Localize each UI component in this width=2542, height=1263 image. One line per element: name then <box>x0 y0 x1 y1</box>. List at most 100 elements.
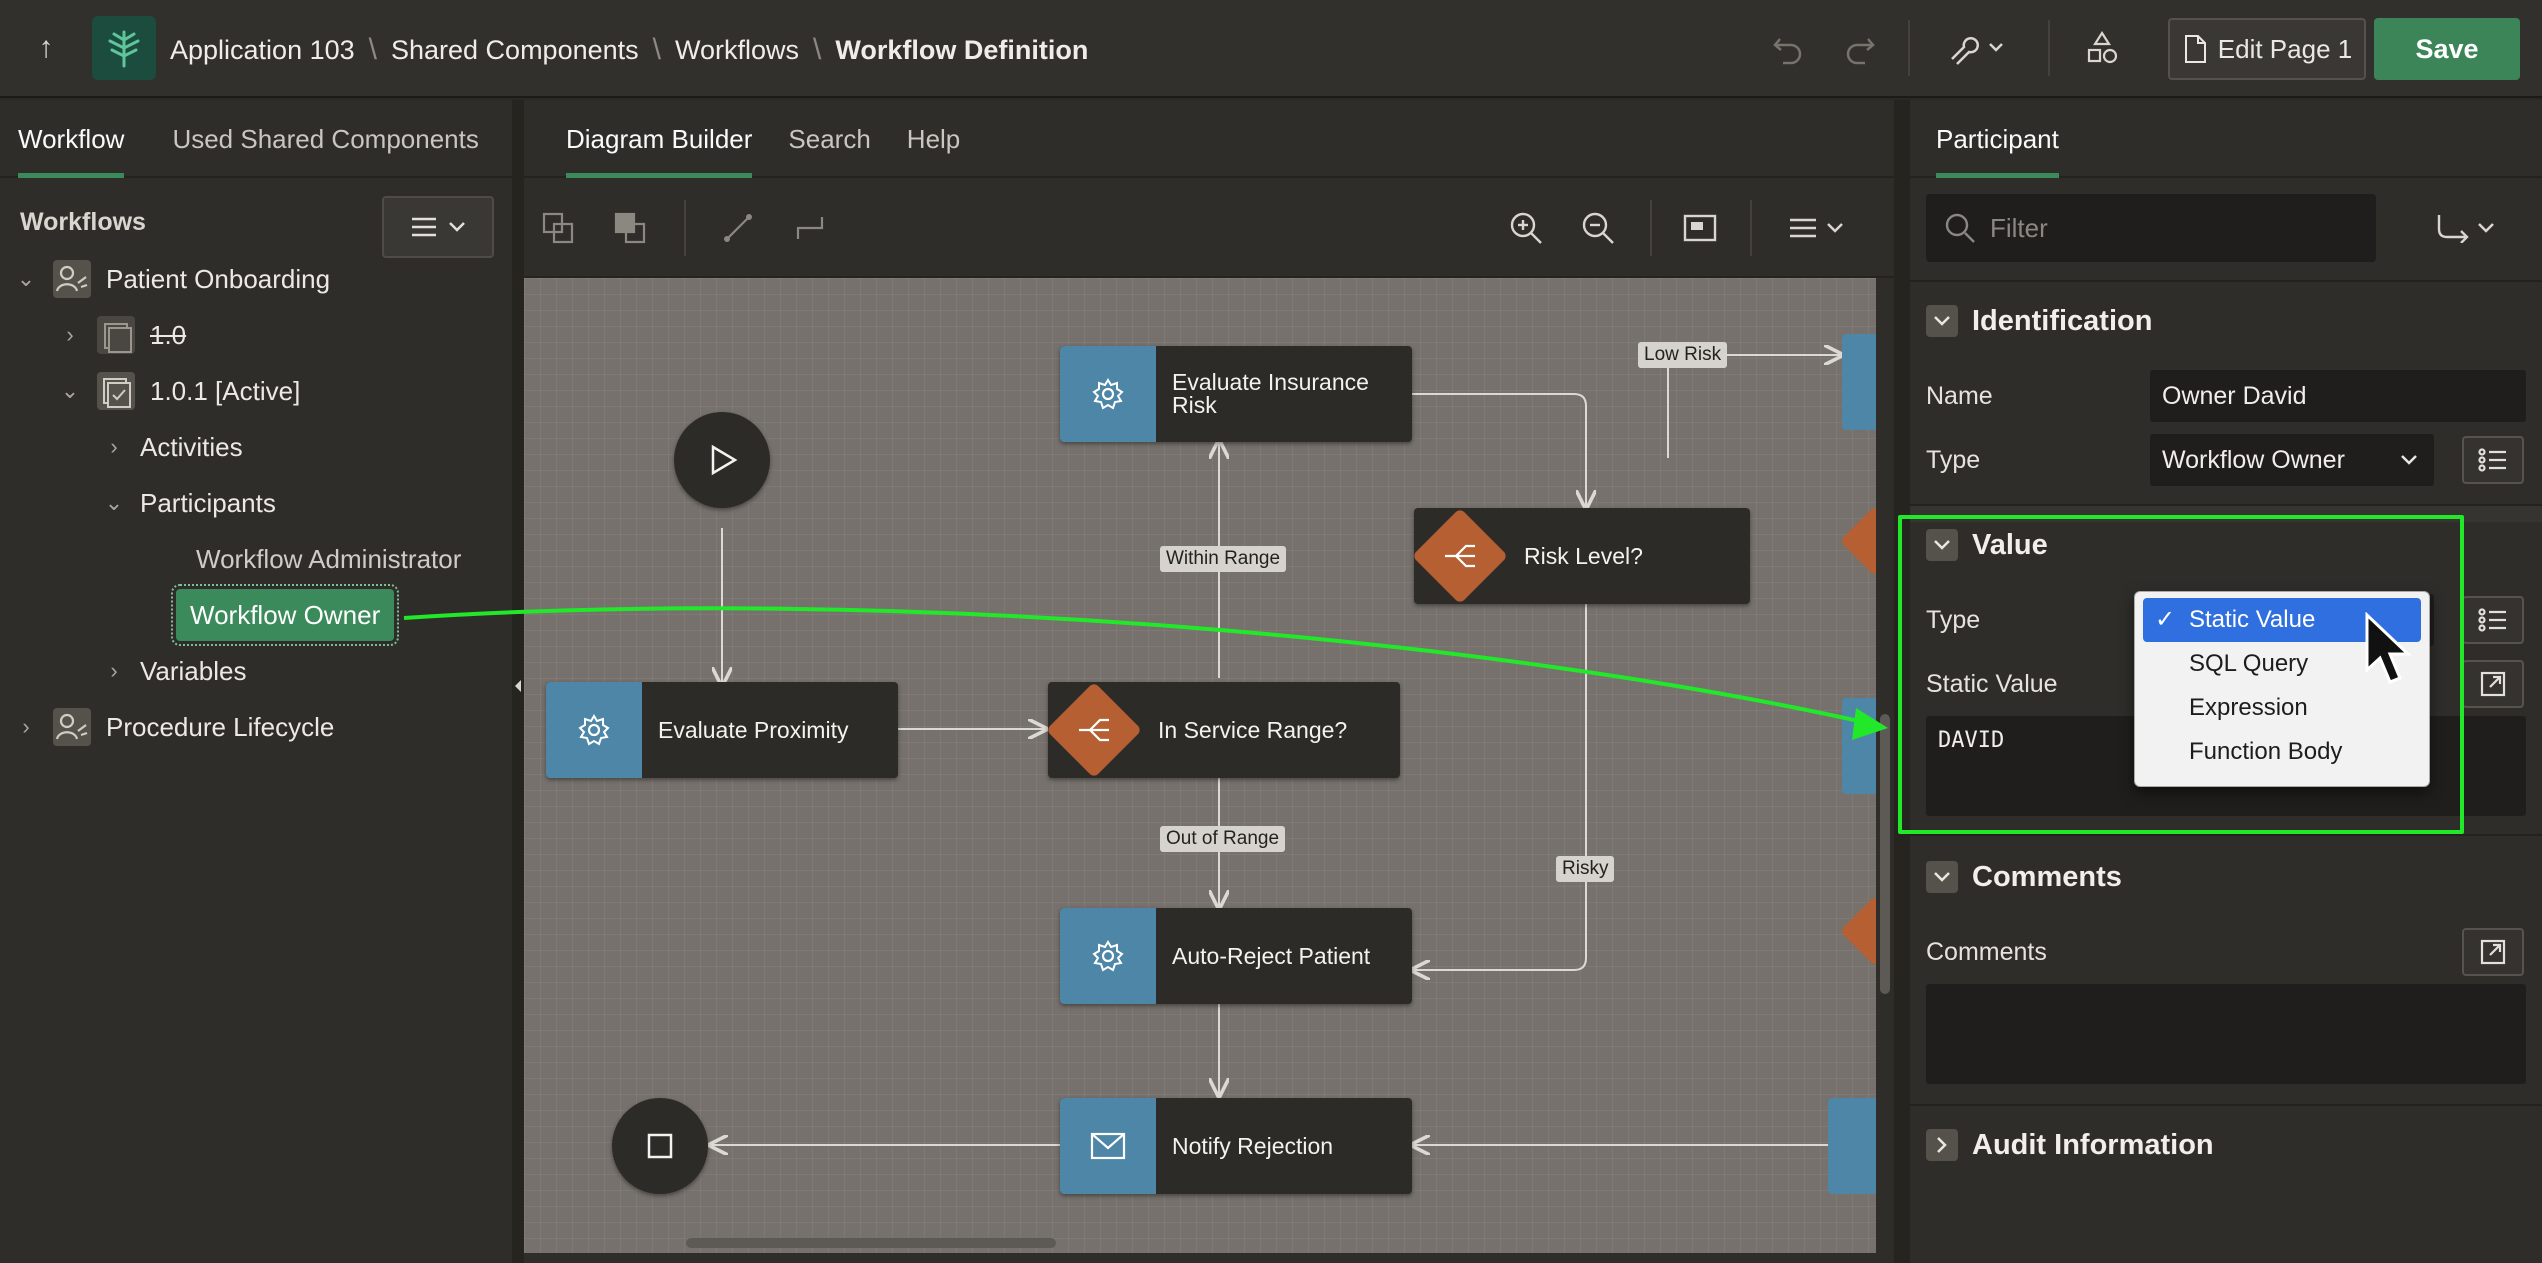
workflow-icon <box>53 260 91 298</box>
collapse-icon[interactable] <box>1926 305 1958 337</box>
toolbar-divider <box>2048 20 2050 76</box>
version-active-icon <box>97 372 135 410</box>
chevron-down-icon[interactable]: ⌄ <box>14 266 38 292</box>
dropdown-option-expression[interactable]: Expression <box>2143 686 2421 730</box>
edge-label-low-risk: Low Risk <box>1638 342 1728 368</box>
tab-used-shared-components[interactable]: Used Shared Components <box>154 100 496 178</box>
zoom-out-icon[interactable] <box>1574 204 1622 252</box>
activity-evaluate-proximity[interactable]: Evaluate Proximity <box>546 682 898 778</box>
go-to-group-button[interactable] <box>2410 202 2520 254</box>
list-icon <box>2478 448 2506 472</box>
chevron-right-icon[interactable]: › <box>58 322 82 348</box>
section-comments-header[interactable]: Comments <box>1926 852 2122 902</box>
tab-diagram-builder[interactable]: Diagram Builder <box>548 100 770 178</box>
comments-textarea[interactable] <box>1926 984 2526 1084</box>
bring-forward-icon[interactable] <box>534 204 582 252</box>
diagram-canvas[interactable]: Evaluate Insurance Risk Risk Level? Eval… <box>524 278 1876 1253</box>
redo-icon[interactable] <box>1838 26 1882 70</box>
chevron-right-icon[interactable]: › <box>102 658 126 684</box>
shared-components-icon[interactable] <box>2080 26 2124 70</box>
tree-label: Patient Onboarding <box>106 263 331 294</box>
switch-risk-level[interactable]: Risk Level? <box>1411 507 1750 605</box>
list-of-values-button[interactable] <box>2462 436 2524 484</box>
tab-help[interactable]: Help <box>889 100 978 178</box>
send-backward-icon[interactable] <box>606 204 654 252</box>
section-audit-header[interactable]: Audit Information <box>1926 1120 2214 1170</box>
tree-item-version-active[interactable]: ⌄ 1.0.1 [Active] <box>58 366 300 416</box>
zoom-in-icon[interactable] <box>1502 204 1550 252</box>
toolbar-divider <box>1750 200 1752 256</box>
section-title: Identification <box>1972 304 2153 337</box>
breadcrumb-current: Workflow Definition <box>835 34 1089 65</box>
breadcrumb: Application 103 \ Shared Components \ Wo… <box>170 30 1088 70</box>
tree-item-variables[interactable]: › Variables <box>102 646 246 696</box>
tab-participant[interactable]: Participant <box>1918 100 2077 178</box>
activity-notify-rejection[interactable]: Notify Rejection <box>1060 1098 1412 1194</box>
tree-menu-button[interactable] <box>382 196 494 258</box>
edit-page-button[interactable]: Edit Page 1 <box>2168 18 2366 80</box>
end-event[interactable] <box>612 1098 708 1194</box>
name-field[interactable]: Owner David <box>2150 370 2526 422</box>
tree-item-participants[interactable]: ⌄ Participants <box>102 478 276 528</box>
activity-partial[interactable] <box>1828 1098 1876 1194</box>
activity-auto-reject-patient[interactable]: Auto-Reject Patient <box>1060 908 1412 1004</box>
edge-label-risky: Risky <box>1556 856 1615 882</box>
chevron-down-icon[interactable]: ⌄ <box>58 378 82 404</box>
left-splitter[interactable] <box>512 100 524 1263</box>
vertical-scrollbar[interactable] <box>1876 278 1894 1253</box>
chevron-right-icon[interactable]: › <box>14 714 38 740</box>
filter-input[interactable]: Filter <box>1926 194 2376 262</box>
option-label: Function Body <box>2189 738 2343 765</box>
up-arrow-icon[interactable]: ↑ <box>28 30 64 66</box>
collapse-left-icon[interactable] <box>512 674 524 698</box>
breadcrumb-shared-components[interactable]: Shared Components <box>391 35 639 66</box>
chevron-right-icon[interactable]: › <box>102 434 126 460</box>
activity-evaluate-insurance-risk[interactable]: Evaluate Insurance Risk <box>1060 346 1412 442</box>
tree-item-workflow-administrator[interactable]: Workflow Administrator <box>196 534 461 584</box>
type-select[interactable]: Workflow Owner <box>2150 434 2434 486</box>
start-event[interactable] <box>674 412 770 508</box>
expand-editor-button[interactable] <box>2462 660 2524 708</box>
tree-item-procedure-lifecycle[interactable]: › Procedure Lifecycle <box>14 702 334 752</box>
tab-workflow[interactable]: Workflow <box>0 100 142 178</box>
switch-icon <box>1068 704 1120 756</box>
tab-search[interactable]: Search <box>770 100 888 178</box>
tree-item-version-1-0[interactable]: › 1.0 <box>58 310 186 360</box>
left-tabs: Workflow Used Shared Components <box>0 100 512 178</box>
edge-label-out-of-range: Out of Range <box>1160 826 1286 852</box>
activity-partial[interactable] <box>1842 334 1876 430</box>
scrollbar-thumb[interactable] <box>1880 714 1890 994</box>
straight-connector-icon[interactable] <box>714 204 762 252</box>
mail-icon <box>1060 1098 1156 1194</box>
chevron-down-icon[interactable]: ⌄ <box>102 490 126 516</box>
section-identification-header[interactable]: Identification <box>1926 296 2152 346</box>
collapse-icon[interactable] <box>1926 861 1958 893</box>
activity-label: Auto-Reject Patient <box>1172 942 1371 969</box>
breadcrumb-workflows[interactable]: Workflows <box>675 35 799 66</box>
center-tabs: Diagram Builder Search Help <box>524 100 1894 178</box>
list-of-values-button[interactable] <box>2462 596 2524 644</box>
orthogonal-connector-icon[interactable] <box>786 204 834 252</box>
gear-icon <box>546 682 642 778</box>
stop-icon <box>647 1133 673 1159</box>
tree-item-activities[interactable]: › Activities <box>102 422 243 472</box>
expand-section-icon[interactable] <box>1926 1129 1958 1161</box>
activity-partial[interactable] <box>1842 698 1876 794</box>
expand-editor-button[interactable] <box>2462 928 2524 976</box>
tree-item-workflow-owner[interactable]: Workflow Owner <box>170 584 400 646</box>
tree-label: Activities <box>140 431 243 462</box>
undo-icon[interactable] <box>1766 26 1810 70</box>
dropdown-option-function-body[interactable]: Function Body <box>2143 730 2421 774</box>
tree-item-patient-onboarding[interactable]: ⌄ Patient Onboarding <box>14 254 330 304</box>
wrench-menu-icon[interactable] <box>1946 26 2010 70</box>
expand-icon <box>2480 671 2506 697</box>
app-logo-icon[interactable] <box>92 16 156 80</box>
horizontal-scrollbar[interactable] <box>686 1238 1056 1248</box>
switch-in-service-range[interactable]: In Service Range? <box>1045 681 1400 779</box>
search-icon <box>1945 213 1975 243</box>
diagram-menu-icon[interactable] <box>1786 204 1850 252</box>
breadcrumb-application[interactable]: Application 103 <box>170 35 355 66</box>
toolbar-divider <box>684 200 686 256</box>
save-button[interactable]: Save <box>2374 18 2520 80</box>
fit-to-screen-icon[interactable] <box>1676 204 1724 252</box>
